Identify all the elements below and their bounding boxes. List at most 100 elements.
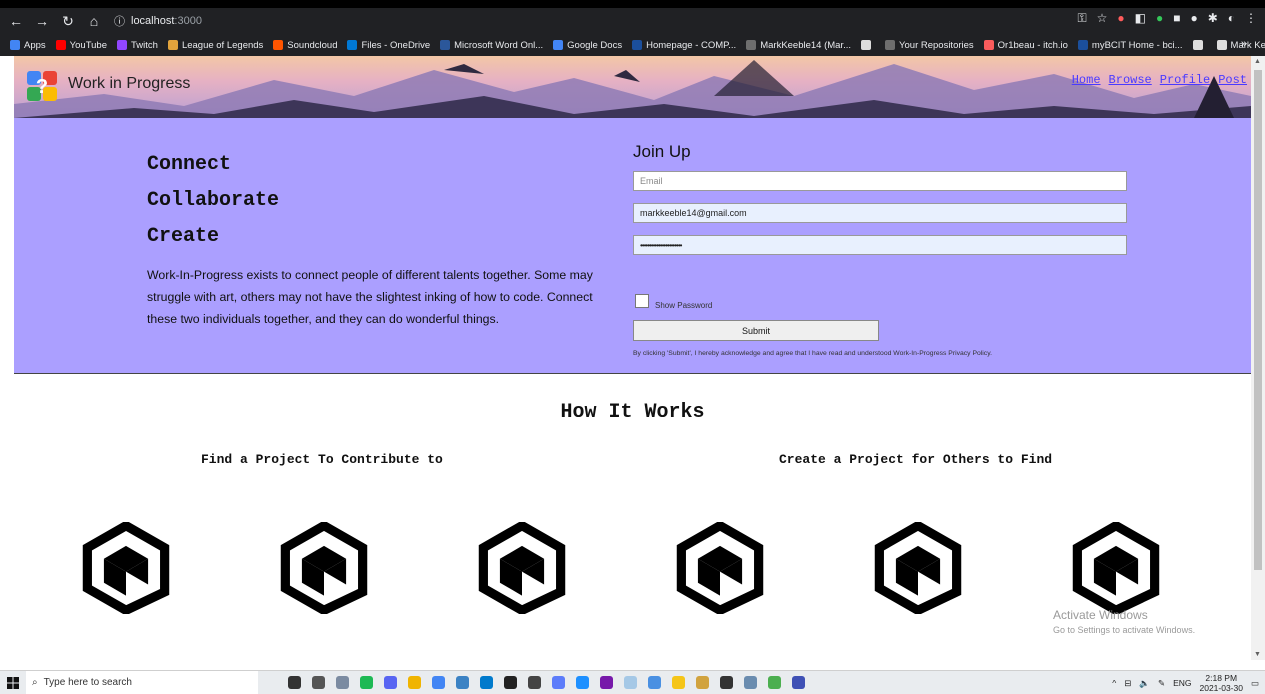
reload-icon[interactable]: ↻ — [58, 11, 78, 31]
taglines: Connect Collaborate Create — [147, 147, 279, 255]
bookmark-favicon-icon — [746, 40, 757, 50]
page-scrollbar[interactable]: ▲ ▼ — [1251, 56, 1265, 660]
join-form-title: Join Up — [633, 142, 691, 161]
bookmark-item[interactable]: Google Docs — [553, 40, 622, 51]
site-logo-icon[interactable]: ? — [26, 70, 58, 102]
taskbar-app-icon[interactable] — [384, 676, 397, 689]
bookmark-label: League of Legends — [181, 39, 264, 51]
taskbar-app-icon[interactable] — [432, 676, 445, 689]
bookmark-item[interactable]: Homepage - COMP... — [632, 40, 736, 51]
bookmark-item[interactable]: Microsoft Word Onl... — [440, 40, 543, 51]
bookmark-item[interactable]: Your Repositories — [885, 40, 974, 51]
key-icon[interactable]: ⚿ — [1077, 11, 1086, 26]
taskbar-app-icon[interactable] — [576, 676, 589, 689]
bookmark-item[interactable]: Files - OneDrive — [347, 40, 430, 51]
bookmark-item[interactable]: YouTube — [55, 39, 107, 51]
taskbar-app-icon[interactable] — [504, 676, 517, 689]
extension-icon[interactable]: ● — [1117, 11, 1124, 26]
bookmark-item[interactable] — [861, 40, 875, 50]
puzzle-icon[interactable]: ✱ — [1208, 11, 1218, 26]
bookmark-item[interactable]: MarkKeeble14 (Mar... — [746, 40, 851, 51]
taskbar-app-icon[interactable] — [336, 676, 349, 689]
bookmark-label: YouTube — [69, 39, 107, 51]
taskbar-search[interactable]: ⌕ Type here to search — [26, 671, 258, 694]
language-indicator[interactable]: ENG — [1173, 678, 1191, 688]
web-page: ? Work in Progress Home Browse Profile P… — [14, 56, 1251, 660]
extension-icon[interactable]: ● — [1156, 11, 1163, 26]
taskbar-apps — [288, 676, 805, 689]
taskbar-app-icon[interactable] — [552, 676, 565, 689]
taskbar-app-icon[interactable] — [792, 676, 805, 689]
bookmark-favicon-icon — [347, 40, 358, 50]
nav-browse[interactable]: Browse — [1109, 73, 1152, 87]
username-field[interactable]: markkeeble14@gmail.com — [633, 203, 1127, 223]
nav-post[interactable]: Post — [1218, 73, 1247, 87]
bookmark-label: Mark Keeble | Cour... — [1230, 39, 1265, 51]
notifications-icon[interactable]: ▭ — [1251, 678, 1259, 689]
taskbar-app-icon[interactable] — [768, 676, 781, 689]
home-icon[interactable]: ⌂ — [84, 11, 104, 31]
bookmark-item[interactable]: Soundcloud — [273, 40, 337, 51]
taskbar-app-icon[interactable] — [648, 676, 661, 689]
bookmark-favicon-icon — [440, 40, 451, 50]
info-icon[interactable]: ⓘ — [114, 13, 125, 29]
url-field[interactable]: ⓘ localhost:3000 — [114, 13, 202, 29]
tray-chevron-icon[interactable]: ^ — [1112, 678, 1116, 688]
star-icon[interactable]: ☆ — [1097, 11, 1108, 26]
volume-icon[interactable]: 🔈 — [1139, 678, 1150, 689]
windows-start-icon[interactable] — [0, 676, 26, 689]
back-icon[interactable]: ← — [6, 11, 26, 31]
taskbar-app-icon[interactable] — [408, 676, 421, 689]
forward-icon[interactable]: → — [32, 11, 52, 31]
bookmark-item[interactable]: Apps — [10, 40, 46, 51]
site-brand[interactable]: Work in Progress — [68, 75, 190, 93]
taskbar-app-icon[interactable] — [744, 676, 757, 689]
bookmark-favicon-icon — [55, 40, 66, 50]
bookmark-favicon-icon — [10, 40, 20, 50]
taskbar-app-icon[interactable] — [696, 676, 709, 689]
bookmarks-more-icon[interactable]: » — [1241, 38, 1247, 50]
bookmark-item[interactable]: Or1beau - itch.io — [983, 40, 1068, 51]
taskbar-app-icon[interactable] — [360, 676, 373, 689]
bookmark-item[interactable] — [1192, 40, 1207, 50]
submit-button[interactable]: Submit — [633, 320, 879, 341]
email-field[interactable]: Email — [633, 171, 1127, 191]
bookmark-item[interactable]: myBCIT Home - bci... — [1077, 40, 1183, 51]
taskbar-app-icon[interactable] — [312, 676, 325, 689]
bookmark-favicon-icon — [632, 40, 643, 50]
scroll-up-icon[interactable]: ▲ — [1254, 58, 1261, 65]
url-host: localhost — [131, 15, 175, 27]
clock[interactable]: 2:18 PM 2021-03-30 — [1199, 673, 1242, 693]
scroll-down-icon[interactable]: ▼ — [1254, 651, 1261, 658]
bookmark-item[interactable]: League of Legends — [167, 39, 264, 51]
avatar[interactable]: ◐ — [1228, 11, 1235, 26]
taskbar-app-icon[interactable] — [720, 676, 733, 689]
scrollbar-thumb[interactable] — [1254, 70, 1262, 570]
show-password-checkbox[interactable] — [635, 294, 649, 308]
unity-logo-icon — [1072, 522, 1160, 614]
bookmark-favicon-icon — [1192, 40, 1203, 50]
taskbar-app-icon[interactable] — [600, 676, 613, 689]
extensions: ⚿ ☆ ● ◧ ● ■ ● ✱ ◐ ⋮ — [1077, 11, 1257, 26]
menu-kebab-icon[interactable]: ⋮ — [1245, 11, 1257, 26]
windows-taskbar: ⌕ Type here to search ^ ⊟ 🔈 ✎ ENG 2:18 P… — [0, 670, 1265, 694]
password-field[interactable]: ••••••••••••••••••••••• — [633, 235, 1127, 255]
extension-icon[interactable]: ◧ — [1135, 11, 1146, 26]
nav-home[interactable]: Home — [1072, 73, 1101, 87]
bookmark-favicon-icon — [885, 40, 896, 50]
taskbar-app-icon[interactable] — [672, 676, 685, 689]
tab-strip — [0, 0, 1265, 8]
taskbar-app-icon[interactable] — [288, 676, 301, 689]
tagline-create: Create — [147, 225, 220, 248]
nav-profile[interactable]: Profile — [1160, 73, 1210, 87]
taskbar-app-icon[interactable] — [456, 676, 469, 689]
bookmark-item[interactable]: Twitch — [117, 40, 158, 51]
taskbar-app-icon[interactable] — [480, 676, 493, 689]
extension-icon[interactable]: ■ — [1173, 11, 1180, 26]
extension-icon[interactable]: ● — [1190, 11, 1197, 26]
network-icon[interactable]: ⊟ — [1124, 678, 1131, 689]
pen-icon[interactable]: ✎ — [1158, 678, 1165, 689]
taskbar-app-icon[interactable] — [528, 676, 541, 689]
site-header: ? Work in Progress Home Browse Profile P… — [14, 56, 1251, 118]
taskbar-app-icon[interactable] — [624, 676, 637, 689]
